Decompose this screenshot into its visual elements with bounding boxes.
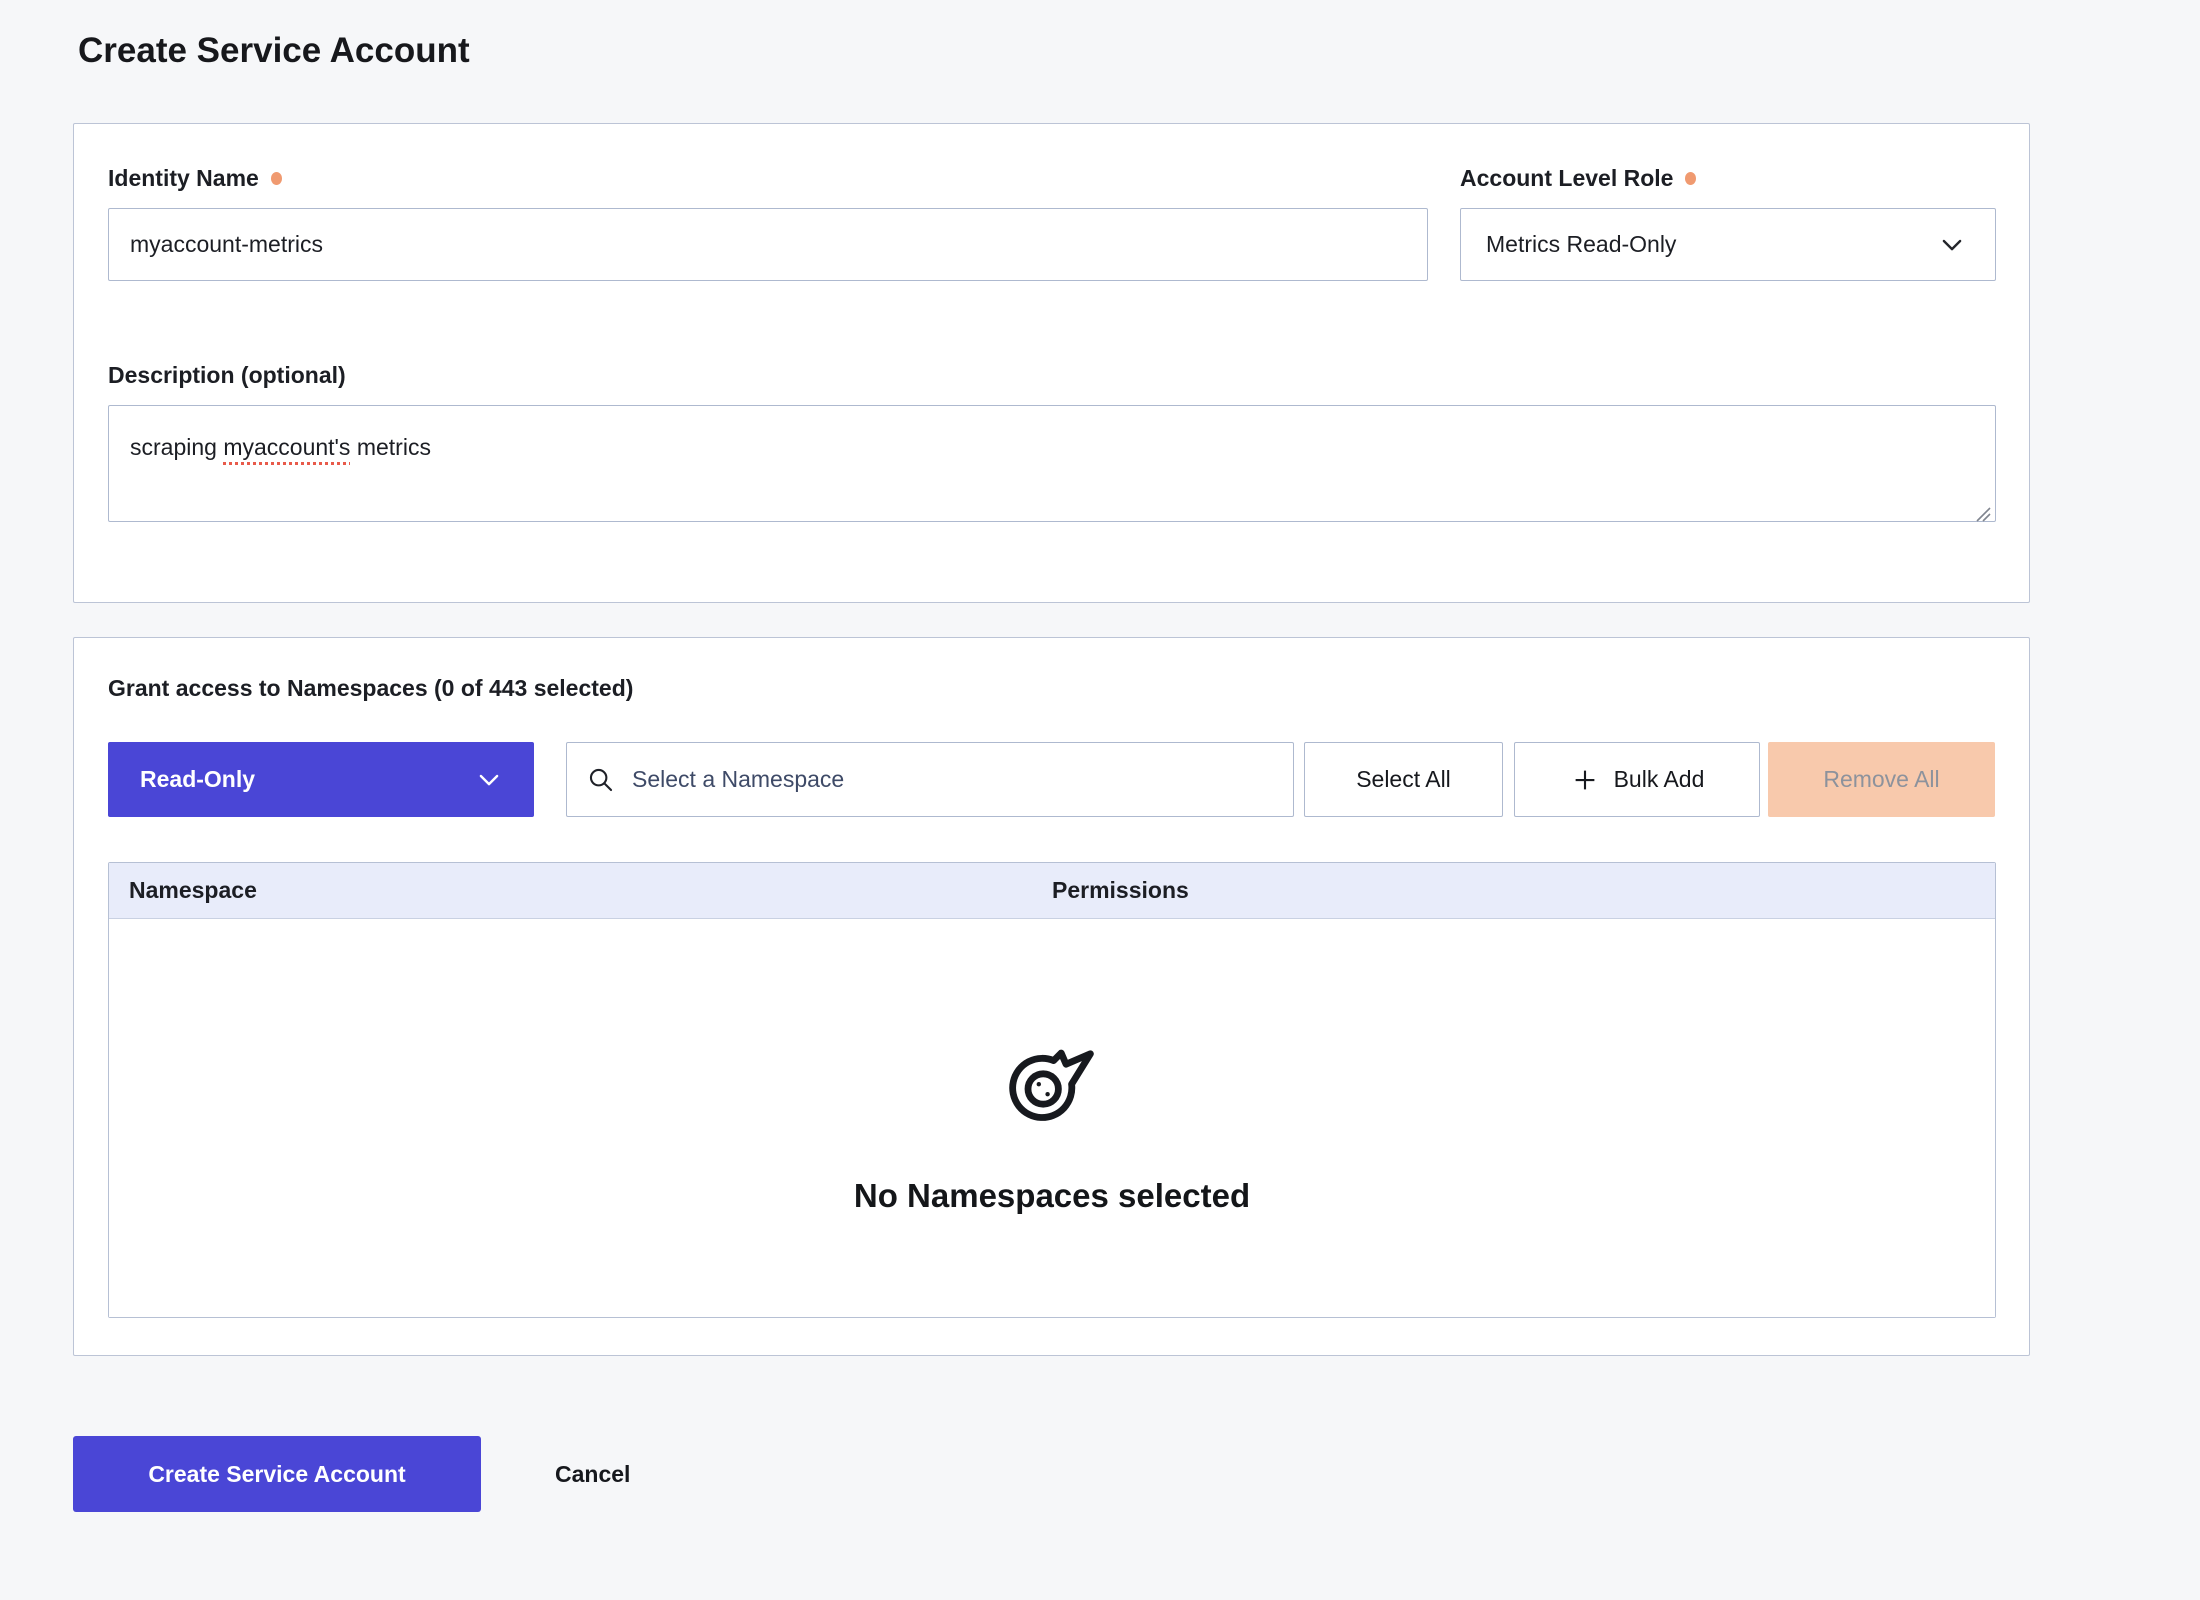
misspelled-word: myaccount's bbox=[223, 434, 350, 460]
column-header-permissions: Permissions bbox=[1052, 877, 1995, 904]
namespaces-card: Grant access to Namespaces (0 of 443 sel… bbox=[73, 637, 2030, 1356]
namespaces-table-body: No Namespaces selected bbox=[109, 919, 1995, 1317]
column-header-namespace: Namespace bbox=[109, 877, 1052, 904]
chevron-down-icon bbox=[1937, 230, 1967, 260]
description-field-group: Description (optional) scraping myaccoun… bbox=[108, 361, 1996, 522]
cancel-button[interactable]: Cancel bbox=[549, 1460, 636, 1489]
description-label: Description (optional) bbox=[108, 361, 1996, 389]
identity-name-field-group: Identity Name bbox=[108, 164, 1428, 281]
empty-state-message: No Namespaces selected bbox=[854, 1177, 1250, 1215]
description-textarea[interactable]: scraping myaccount's metrics bbox=[108, 405, 1996, 522]
identity-name-label: Identity Name bbox=[108, 164, 1428, 192]
namespaces-table: Namespace Permissions No Namespaces sele… bbox=[108, 862, 1996, 1318]
create-service-account-button[interactable]: Create Service Account bbox=[73, 1436, 481, 1512]
permission-role-dropdown[interactable]: Read-Only bbox=[108, 742, 534, 817]
namespace-search-box[interactable] bbox=[566, 742, 1294, 817]
namespace-search-input[interactable] bbox=[630, 765, 1273, 794]
account-level-role-field-group: Account Level Role Metrics Read-Only bbox=[1460, 164, 1996, 281]
chevron-down-icon bbox=[474, 765, 504, 795]
bulk-add-button[interactable]: Bulk Add bbox=[1514, 742, 1760, 817]
required-dot bbox=[271, 172, 282, 185]
namespaces-heading: Grant access to Namespaces (0 of 443 sel… bbox=[108, 674, 1996, 702]
search-icon bbox=[587, 766, 615, 794]
identity-name-input[interactable] bbox=[108, 208, 1428, 281]
permission-role-value: Read-Only bbox=[140, 766, 255, 793]
comet-icon bbox=[1004, 1041, 1100, 1137]
account-level-role-select[interactable]: Metrics Read-Only bbox=[1460, 208, 1996, 281]
required-dot bbox=[1685, 172, 1696, 185]
account-level-role-label: Account Level Role bbox=[1460, 164, 1996, 192]
plus-icon bbox=[1570, 765, 1600, 795]
footer-actions: Create Service Account Cancel bbox=[73, 1436, 2030, 1512]
resize-handle[interactable] bbox=[1974, 500, 1992, 518]
select-all-button[interactable]: Select All bbox=[1304, 742, 1503, 817]
namespaces-toolbar: Read-Only Select All Bulk Add Remove All bbox=[108, 742, 1996, 817]
identity-form-card: Identity Name Account Level Role Metrics… bbox=[73, 123, 2030, 603]
account-level-role-value: Metrics Read-Only bbox=[1486, 231, 1676, 258]
page-title: Create Service Account bbox=[78, 29, 2030, 73]
namespaces-table-header: Namespace Permissions bbox=[109, 863, 1995, 919]
create-service-account-page: Create Service Account Identity Name Acc… bbox=[73, 0, 2030, 1512]
remove-all-button[interactable]: Remove All bbox=[1768, 742, 1995, 817]
